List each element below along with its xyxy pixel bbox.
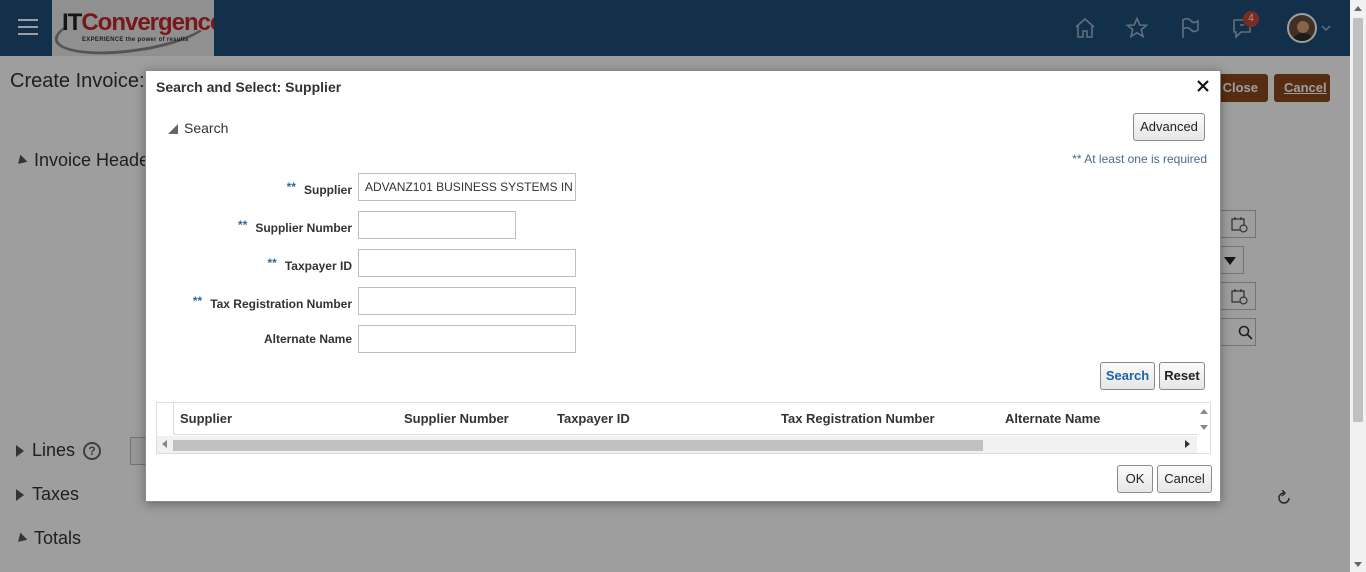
alternate-name-input[interactable] (358, 325, 576, 353)
tax-registration-number-input[interactable] (358, 287, 576, 315)
advanced-button[interactable]: Advanced (1133, 113, 1205, 141)
taxpayer-id-input[interactable] (358, 249, 576, 277)
supplier-number-row: ** Supplier Number (146, 211, 746, 239)
column-header-supplier-number[interactable]: Supplier Number (404, 411, 509, 426)
table-header: Supplier Supplier Number Taxpayer ID Tax… (173, 403, 1197, 435)
search-button[interactable]: Search (1100, 362, 1155, 390)
required-note: ** At least one is required (1072, 152, 1207, 166)
search-section-toggle[interactable]: Search (168, 120, 228, 136)
tax-registration-number-label: ** Tax Registration Number (192, 294, 352, 311)
alternate-name-row: Alternate Name (146, 325, 746, 353)
page-scrollbar[interactable] (1350, 0, 1366, 572)
supplier-number-input[interactable] (358, 211, 516, 239)
column-header-supplier[interactable]: Supplier (180, 411, 232, 426)
supplier-label: ** Supplier (286, 180, 352, 197)
table-vertical-scrollbar[interactable] (1197, 403, 1211, 435)
tax-registration-number-row: ** Tax Registration Number (146, 287, 746, 315)
search-select-supplier-dialog: Search and Select: Supplier Search Advan… (145, 70, 1221, 502)
taxpayer-id-row: ** Taxpayer ID (146, 249, 746, 277)
collapse-triangle-icon (168, 124, 178, 134)
dialog-cancel-button[interactable]: Cancel (1157, 465, 1212, 493)
close-icon[interactable] (1196, 79, 1210, 93)
dialog-title: Search and Select: Supplier (156, 79, 342, 95)
table-horizontal-scrollbar[interactable] (157, 436, 1197, 453)
column-header-alternate-name[interactable]: Alternate Name (1005, 411, 1100, 426)
supplier-input[interactable]: ADVANZ101 BUSINESS SYSTEMS IN (358, 173, 576, 201)
column-header-tax-registration-number[interactable]: Tax Registration Number (781, 411, 935, 426)
results-table: Supplier Supplier Number Taxpayer ID Tax… (156, 402, 1211, 454)
alternate-name-label: Alternate Name (263, 332, 352, 346)
ok-button[interactable]: OK (1117, 465, 1153, 493)
reset-button[interactable]: Reset (1159, 362, 1205, 390)
supplier-row: ** Supplier ADVANZ101 BUSINESS SYSTEMS IN (146, 173, 746, 201)
taxpayer-id-label: ** Taxpayer ID (267, 256, 353, 273)
column-header-taxpayer-id[interactable]: Taxpayer ID (557, 411, 630, 426)
supplier-number-label: ** Supplier Number (237, 218, 352, 235)
